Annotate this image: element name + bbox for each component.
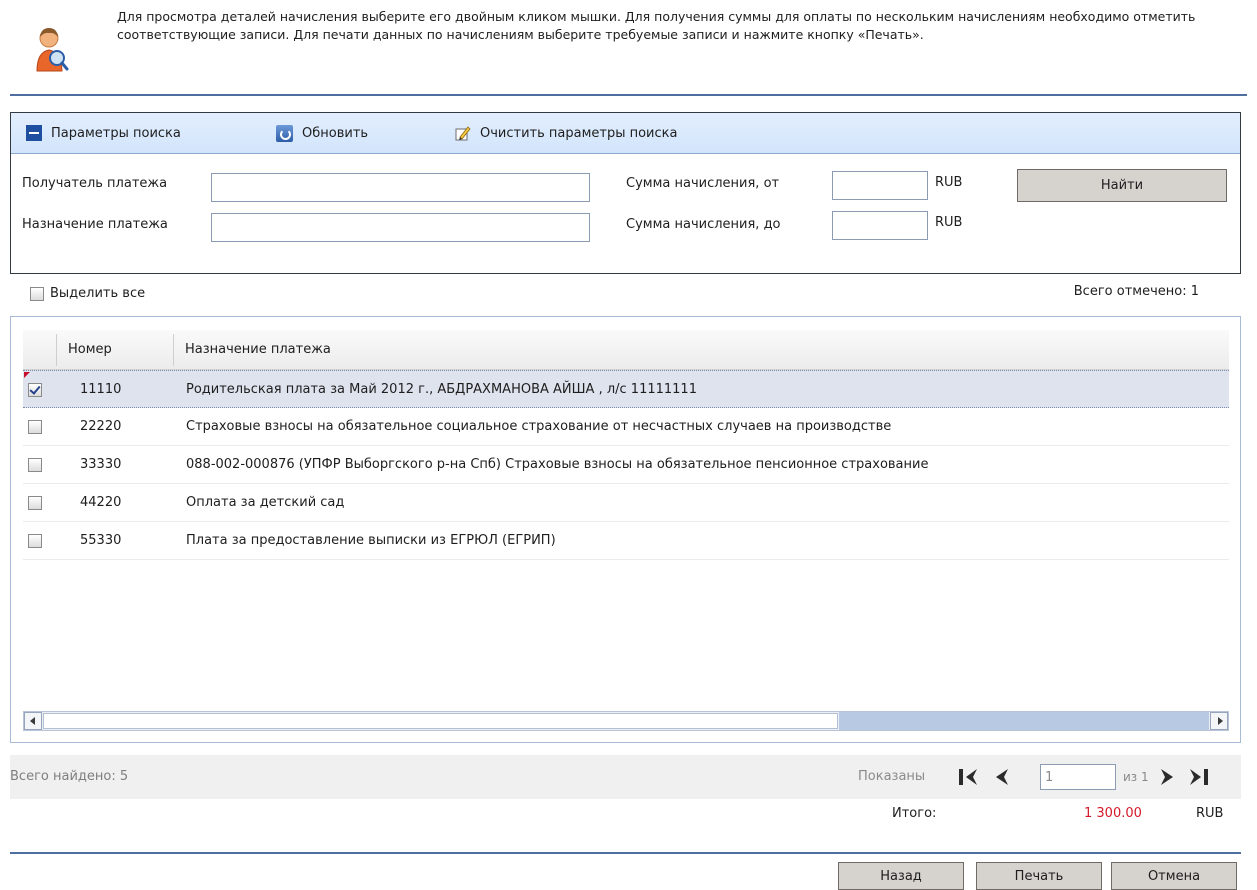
table-row[interactable]: 22220 Страховые взносы на обязательное со… <box>23 408 1229 446</box>
minus-icon <box>26 125 42 141</box>
row-purpose: Плата за предоставление выписки из ЕГРЮЛ… <box>186 533 556 548</box>
amount-to-currency: RUB <box>935 215 963 230</box>
amount-from-input[interactable] <box>832 171 928 200</box>
row-checkbox[interactable] <box>28 458 42 472</box>
total-amount: 1 300.00 <box>1084 806 1142 821</box>
row-checkbox[interactable] <box>28 420 42 434</box>
scroll-left-button[interactable] <box>24 712 42 730</box>
table-row[interactable]: 11110 Родительская плата за Май 2012 г., … <box>23 370 1229 408</box>
collapse-search-label: Параметры поиска <box>51 125 181 141</box>
clear-search-label: Очистить параметры поиска <box>480 126 678 141</box>
row-number: 11110 <box>80 382 122 397</box>
recipient-label: Получатель платежа <box>22 176 168 191</box>
charges-grid: Номер Назначение платежа 11110 Родительск… <box>10 316 1241 743</box>
scrollbar-track[interactable] <box>839 712 1209 730</box>
column-header-purpose[interactable]: Назначение платежа <box>185 330 331 370</box>
back-button[interactable]: Назад <box>838 862 964 890</box>
last-page-icon[interactable] <box>1188 767 1210 787</box>
print-button[interactable]: Печать <box>976 862 1102 890</box>
row-checkbox[interactable] <box>28 383 42 397</box>
table-row[interactable]: 33330 088-002-000876 (УПФР Выборгского р-… <box>23 446 1229 484</box>
column-separator[interactable] <box>56 334 57 366</box>
select-all[interactable]: Выделить все <box>30 286 145 301</box>
shown-label: Показаны <box>858 769 926 784</box>
modified-marker <box>24 372 30 378</box>
amount-from-currency: RUB <box>935 175 963 190</box>
page-number-input[interactable] <box>1040 764 1116 790</box>
info-text: Для просмотра деталей начисления выберит… <box>117 9 1196 42</box>
refresh-button[interactable]: Обновить <box>276 125 368 142</box>
table-row[interactable]: 55330 Плата за предоставление выписки из … <box>23 522 1229 560</box>
purpose-label: Назначение платежа <box>22 217 168 232</box>
row-number: 55330 <box>80 533 122 548</box>
search-toolbar: Параметры поиска Обновить Очистить парам… <box>11 113 1240 154</box>
arrow-left-icon <box>30 717 35 725</box>
search-panel: Параметры поиска Обновить Очистить парам… <box>10 112 1241 274</box>
page-count: из 1 <box>1123 770 1149 784</box>
amount-to-label: Сумма начисления, до <box>626 217 781 232</box>
collapse-search-button[interactable]: Параметры поиска <box>26 125 181 141</box>
row-purpose: Родительская плата за Май 2012 г., АБДРА… <box>186 382 697 397</box>
horizontal-scrollbar[interactable] <box>23 711 1229 731</box>
amount-to-input[interactable] <box>832 211 928 240</box>
scrollbar-thumb[interactable] <box>43 713 838 729</box>
previous-page-icon[interactable] <box>990 767 1012 787</box>
grid-header: Номер Назначение платежа <box>23 330 1229 370</box>
column-header-number[interactable]: Номер <box>68 330 112 370</box>
total-label: Итого: <box>892 806 937 821</box>
row-checkbox[interactable] <box>28 534 42 548</box>
find-button[interactable]: Найти <box>1017 169 1227 202</box>
info-panel: Для просмотра деталей начисления выберит… <box>10 8 1247 96</box>
select-all-checkbox[interactable] <box>30 286 44 301</box>
scroll-right-button[interactable] <box>1210 712 1228 730</box>
next-page-icon[interactable] <box>1157 767 1179 787</box>
purpose-input[interactable] <box>211 213 590 242</box>
refresh-icon <box>276 125 293 142</box>
row-checkbox[interactable] <box>28 496 42 510</box>
refresh-label: Обновить <box>302 126 369 141</box>
row-number: 22220 <box>80 419 122 434</box>
divider <box>10 852 1241 854</box>
row-purpose: Оплата за детский сад <box>186 495 345 510</box>
row-purpose: 088-002-000876 (УПФР Выборгского р-на Сп… <box>186 457 929 472</box>
row-number: 33330 <box>80 457 122 472</box>
table-row[interactable]: 44220 Оплата за детский сад <box>23 484 1229 522</box>
recipient-input[interactable] <box>211 173 590 202</box>
marked-total: Всего отмечено: 1 <box>1073 284 1199 299</box>
column-separator[interactable] <box>173 334 174 366</box>
pager-bar: Всего найдено: 5 Показаны из 1 <box>10 755 1241 799</box>
row-number: 44220 <box>80 495 122 510</box>
row-purpose: Страховые взносы на обязательное социаль… <box>186 419 892 434</box>
amount-from-label: Сумма начисления, от <box>626 176 780 191</box>
total-currency: RUB <box>1196 806 1224 821</box>
total-found: Всего найдено: 5 <box>10 769 129 784</box>
clear-search-button[interactable]: Очистить параметры поиска <box>454 125 677 142</box>
first-page-icon[interactable] <box>957 767 979 787</box>
user-search-icon <box>36 28 69 72</box>
grid-body: 11110 Родительская плата за Май 2012 г., … <box>23 370 1229 560</box>
arrow-right-icon <box>1218 717 1223 725</box>
select-all-label: Выделить все <box>50 286 146 301</box>
cancel-button[interactable]: Отмена <box>1111 862 1237 890</box>
eraser-icon <box>455 126 471 141</box>
